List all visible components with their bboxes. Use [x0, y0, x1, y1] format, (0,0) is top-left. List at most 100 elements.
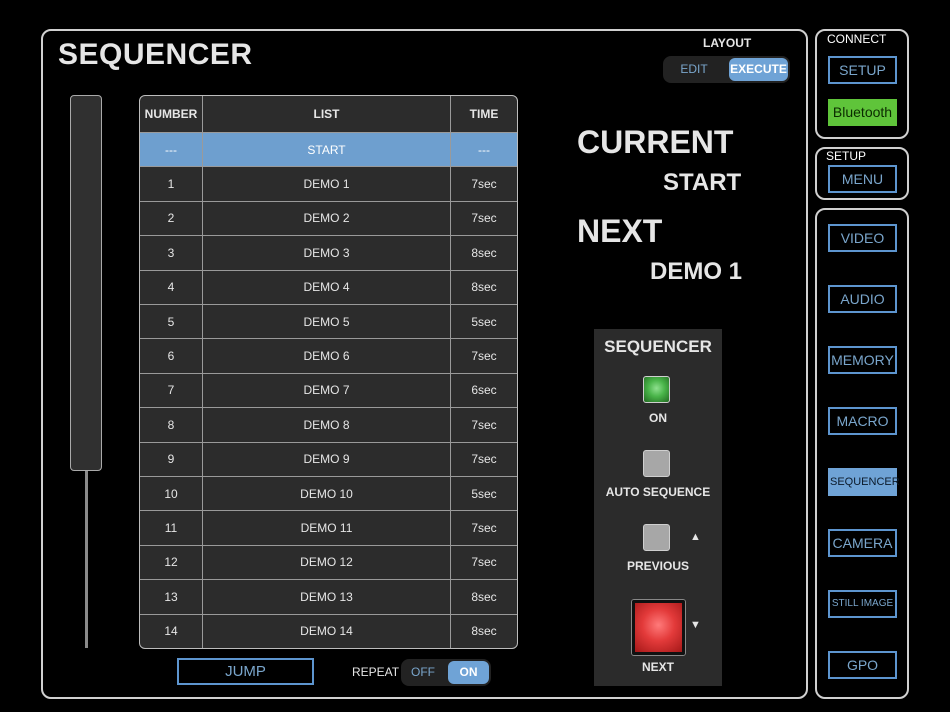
- row-number: 5: [140, 305, 203, 339]
- row-list: DEMO 11: [203, 511, 451, 545]
- row-number: 3: [140, 236, 203, 270]
- auto-sequence-button[interactable]: [643, 450, 670, 477]
- header-time: TIME: [469, 107, 499, 121]
- sequencer-box-title: SEQUENCER: [604, 337, 712, 356]
- page-title: SEQUENCER: [58, 38, 253, 71]
- row-number: 2: [140, 201, 203, 236]
- row-time: 7sec: [471, 177, 497, 192]
- row-number: 4: [140, 270, 203, 304]
- row-time: 8sec: [471, 245, 497, 260]
- layout-edit-option[interactable]: EDIT: [663, 56, 725, 83]
- table-row[interactable]: 3 DEMO 3 8sec: [140, 236, 517, 271]
- row-list: DEMO 5: [203, 305, 451, 339]
- table-row[interactable]: 5 DEMO 5 5sec: [140, 305, 517, 340]
- table-row[interactable]: --- START ---: [140, 133, 517, 168]
- previous-button[interactable]: [643, 524, 670, 551]
- row-list: DEMO 4: [203, 270, 451, 304]
- nav-panel: [815, 208, 909, 699]
- layout-label: LAYOUT: [703, 36, 752, 50]
- nav-item-camera[interactable]: CAMERA: [828, 529, 897, 557]
- row-number: 13: [140, 580, 203, 614]
- sequence-table: NUMBER LIST TIME --- START --- 1 DEMO 1 7sec 2…: [139, 95, 518, 649]
- row-list: DEMO 3: [203, 236, 451, 270]
- row-list: DEMO 14: [203, 614, 451, 648]
- connect-setup-button[interactable]: SETUP: [828, 56, 897, 84]
- table-row[interactable]: 7 DEMO 7 6sec: [140, 373, 517, 409]
- row-number: 8: [140, 408, 203, 442]
- row-time: 8sec: [471, 589, 497, 604]
- nav-item-gpo[interactable]: GPO: [828, 651, 897, 679]
- repeat-on-option[interactable]: ON: [448, 661, 489, 684]
- row-number: 7: [140, 373, 203, 408]
- row-list: DEMO 10: [203, 477, 451, 511]
- row-time: 6sec: [471, 383, 497, 398]
- table-row[interactable]: 2 DEMO 2 7sec: [140, 201, 517, 237]
- table-row[interactable]: 6 DEMO 6 7sec: [140, 339, 517, 374]
- next-button[interactable]: [632, 600, 685, 655]
- scroll-thumb[interactable]: [70, 95, 102, 471]
- row-list: DEMO 2: [203, 201, 451, 236]
- table-row[interactable]: 1 DEMO 1 7sec: [140, 167, 517, 202]
- layout-toggle[interactable]: EDIT EXECUTE: [663, 56, 790, 83]
- row-time: 7sec: [471, 452, 497, 467]
- table-header-row: NUMBER LIST TIME: [140, 96, 517, 133]
- row-list: START: [203, 133, 451, 167]
- row-time: 7sec: [471, 521, 497, 536]
- row-list: DEMO 9: [203, 442, 451, 476]
- up-arrow-icon: ▲: [690, 531, 701, 543]
- table-row[interactable]: 14 DEMO 14 8sec: [140, 614, 517, 648]
- next-button-label: NEXT: [641, 660, 674, 674]
- previous-label: PREVIOUS: [626, 559, 689, 573]
- sequencer-control-box: SEQUENCER ON AUTO SEQUENCE ▲ PREVIOUS ▼ …: [594, 329, 722, 686]
- row-number: 1: [140, 167, 203, 201]
- scroll-track[interactable]: [85, 470, 88, 648]
- row-number: 12: [140, 545, 203, 580]
- jump-button[interactable]: JUMP: [177, 658, 314, 685]
- menu-button[interactable]: MENU: [828, 165, 897, 193]
- row-time: 8sec: [471, 280, 497, 295]
- next-label: NEXT: [577, 213, 663, 249]
- next-value: DEMO 1: [650, 258, 743, 285]
- row-time: 7sec: [471, 211, 497, 226]
- row-number: 9: [140, 442, 203, 476]
- row-list: DEMO 1: [203, 167, 451, 201]
- nav-item-video[interactable]: VIDEO: [828, 224, 897, 252]
- table-row[interactable]: 9 DEMO 9 7sec: [140, 442, 517, 477]
- row-number: ---: [140, 133, 203, 167]
- nav-item-sequencer[interactable]: SEQUENCER: [828, 468, 900, 496]
- table-row[interactable]: 12 DEMO 12 7sec: [140, 545, 517, 581]
- row-list: DEMO 7: [203, 373, 451, 408]
- sequencer-on-label: ON: [649, 411, 667, 425]
- row-list: DEMO 13: [203, 580, 451, 614]
- bluetooth-button[interactable]: Bluetooth: [828, 99, 897, 126]
- row-time: ---: [478, 142, 490, 157]
- header-list: LIST: [203, 96, 451, 132]
- row-number: 11: [140, 511, 203, 545]
- auto-sequence-label: AUTO SEQUENCE: [605, 485, 711, 499]
- table-row[interactable]: 11 DEMO 11 7sec: [140, 511, 517, 546]
- row-list: DEMO 6: [203, 339, 451, 373]
- nav-item-audio[interactable]: AUDIO: [828, 285, 897, 313]
- table-row[interactable]: 8 DEMO 8 7sec: [140, 408, 517, 443]
- connect-label: CONNECT: [827, 32, 887, 46]
- table-row[interactable]: 4 DEMO 4 8sec: [140, 270, 517, 305]
- repeat-toggle[interactable]: OFF ON: [401, 659, 491, 686]
- row-number: 14: [140, 614, 203, 648]
- sequencer-on-button[interactable]: [643, 376, 670, 403]
- layout-execute-option[interactable]: EXECUTE: [729, 58, 788, 81]
- nav-item-macro[interactable]: MACRO: [828, 407, 897, 435]
- row-time: 5sec: [471, 314, 497, 329]
- header-number: NUMBER: [140, 96, 203, 132]
- table-row[interactable]: 10 DEMO 10 5sec: [140, 477, 517, 512]
- nav-item-memory[interactable]: MEMORY: [828, 346, 897, 374]
- down-arrow-icon: ▼: [690, 619, 701, 631]
- row-list: DEMO 8: [203, 408, 451, 442]
- row-time: 7sec: [471, 555, 497, 570]
- row-list: DEMO 12: [203, 545, 451, 580]
- row-time: 7sec: [471, 349, 497, 364]
- row-time: 7sec: [471, 417, 497, 432]
- repeat-off-option[interactable]: OFF: [401, 659, 445, 686]
- nav-item-still-image[interactable]: STILL IMAGE: [828, 590, 897, 618]
- current-value: START: [663, 169, 742, 196]
- table-row[interactable]: 13 DEMO 13 8sec: [140, 580, 517, 615]
